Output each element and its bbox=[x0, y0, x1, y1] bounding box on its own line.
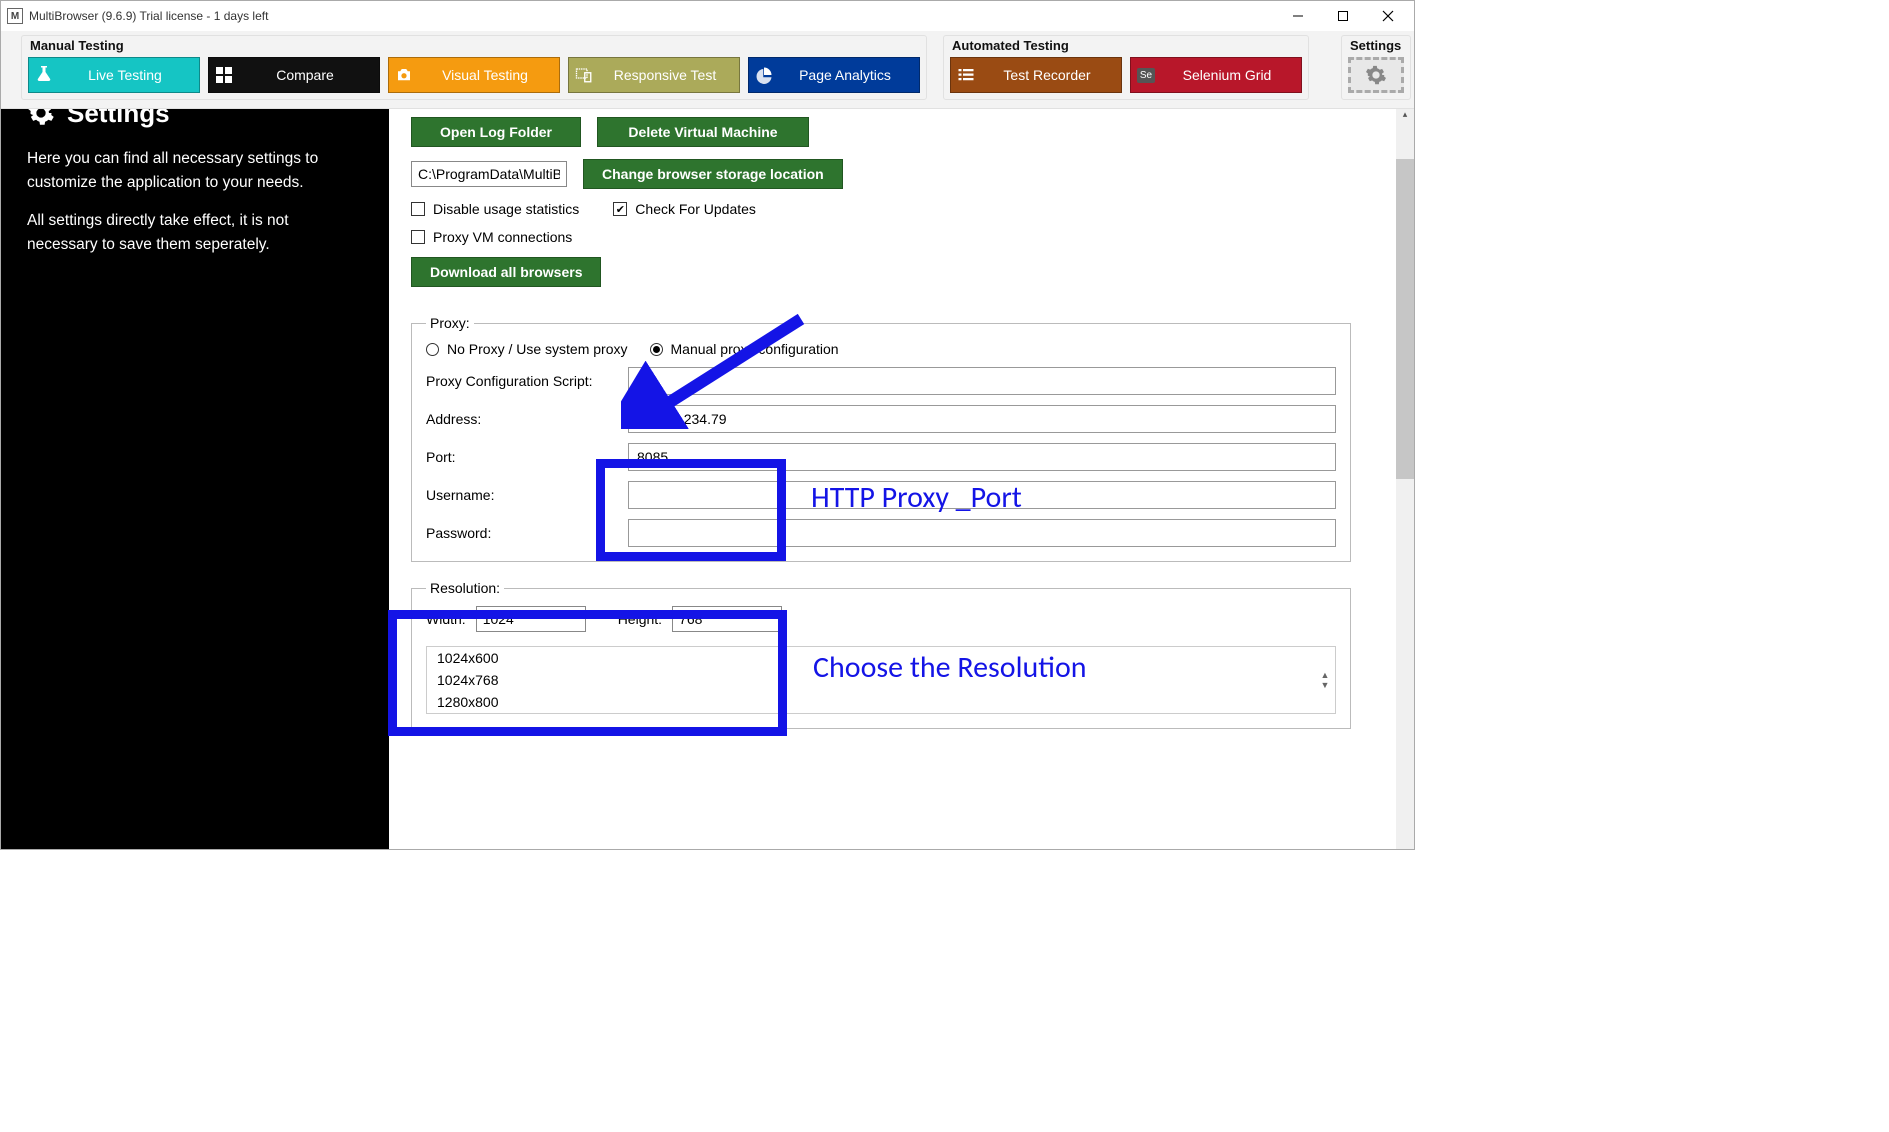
width-label: Width: bbox=[426, 611, 466, 627]
resolution-option[interactable]: 1024x600 bbox=[427, 647, 1335, 669]
settings-group-label: Settings bbox=[1348, 38, 1404, 53]
proxy-username-input[interactable] bbox=[628, 481, 1336, 509]
proxy-password-input[interactable] bbox=[628, 519, 1336, 547]
proxy-fieldset: Proxy: No Proxy / Use system proxy Manua… bbox=[411, 315, 1351, 562]
minimize-button[interactable] bbox=[1275, 1, 1320, 31]
camera-icon bbox=[389, 66, 419, 84]
proxy-script-input[interactable] bbox=[628, 367, 1336, 395]
piechart-icon bbox=[749, 66, 779, 84]
proxy-username-label: Username: bbox=[426, 487, 628, 503]
download-all-browsers-button[interactable]: Download all browsers bbox=[411, 257, 601, 287]
automated-testing-label: Automated Testing bbox=[950, 38, 1302, 53]
checkbox-icon bbox=[411, 202, 425, 216]
gear-icon bbox=[1365, 64, 1387, 86]
selenium-icon: Se bbox=[1131, 68, 1161, 83]
scrollbar-thumb[interactable] bbox=[1396, 159, 1414, 479]
storage-path-input[interactable] bbox=[411, 161, 567, 187]
close-button[interactable] bbox=[1365, 1, 1410, 31]
proxy-address-input[interactable] bbox=[628, 405, 1336, 433]
window-title: MultiBrowser (9.6.9) Trial license - 1 d… bbox=[29, 9, 1275, 23]
resolution-option[interactable]: 1024x768 bbox=[427, 669, 1335, 691]
radio-icon bbox=[426, 343, 439, 356]
titlebar: M MultiBrowser (9.6.9) Trial license - 1… bbox=[1, 1, 1414, 31]
list-icon bbox=[951, 66, 981, 84]
selenium-grid-button[interactable]: Se Selenium Grid bbox=[1130, 57, 1302, 93]
resolution-legend: Resolution: bbox=[426, 580, 504, 596]
proxy-legend: Proxy: bbox=[426, 315, 474, 331]
radio-checked-icon bbox=[650, 343, 663, 356]
app-logo-icon: M bbox=[7, 8, 23, 24]
resolution-fieldset: Resolution: Width: Height: 1024x600 1024… bbox=[411, 580, 1351, 729]
disable-usage-checkbox[interactable]: Disable usage statistics bbox=[411, 201, 579, 217]
proxy-password-label: Password: bbox=[426, 525, 628, 541]
sidebar-paragraph-1: Here you can find all necessary settings… bbox=[27, 147, 363, 195]
gear-icon bbox=[27, 109, 55, 127]
compare-button[interactable]: Compare bbox=[208, 57, 380, 93]
open-log-folder-button[interactable]: Open Log Folder bbox=[411, 117, 581, 147]
proxy-script-label: Proxy Configuration Script: bbox=[426, 373, 628, 389]
height-input[interactable] bbox=[672, 606, 782, 632]
devices-icon bbox=[569, 66, 599, 84]
manual-proxy-radio[interactable]: Manual proxy configuration bbox=[650, 341, 839, 357]
change-storage-button[interactable]: Change browser storage location bbox=[583, 159, 843, 189]
grid-icon bbox=[209, 67, 239, 83]
vertical-scrollbar[interactable]: ▴ bbox=[1396, 109, 1414, 849]
test-recorder-button[interactable]: Test Recorder bbox=[950, 57, 1122, 93]
checkbox-icon bbox=[411, 230, 425, 244]
list-scroll-icon[interactable]: ▲▼ bbox=[1317, 647, 1333, 713]
manual-testing-label: Manual Testing bbox=[28, 38, 920, 53]
resolution-list[interactable]: 1024x600 1024x768 1280x800 ▲▼ bbox=[426, 646, 1336, 714]
content-pane: Open Log Folder Delete Virtual Machine C… bbox=[389, 109, 1414, 849]
sidebar-heading: Settings bbox=[67, 109, 170, 129]
resolution-option[interactable]: 1280x800 bbox=[427, 691, 1335, 713]
page-analytics-button[interactable]: Page Analytics bbox=[748, 57, 920, 93]
responsive-test-button[interactable]: Responsive Test bbox=[568, 57, 740, 93]
no-proxy-radio[interactable]: No Proxy / Use system proxy bbox=[426, 341, 628, 357]
settings-button[interactable] bbox=[1348, 57, 1404, 93]
flask-icon bbox=[29, 66, 59, 84]
ribbon: Manual Testing Live Testing Compare Visu… bbox=[1, 31, 1414, 109]
proxy-port-label: Port: bbox=[426, 449, 628, 465]
check-updates-checkbox[interactable]: ✔ Check For Updates bbox=[613, 201, 756, 217]
live-testing-button[interactable]: Live Testing bbox=[28, 57, 200, 93]
checkbox-checked-icon: ✔ bbox=[613, 202, 627, 216]
delete-vm-button[interactable]: Delete Virtual Machine bbox=[597, 117, 809, 147]
proxy-vm-checkbox[interactable]: Proxy VM connections bbox=[411, 229, 572, 245]
sidebar-paragraph-2: All settings directly take effect, it is… bbox=[27, 209, 363, 257]
maximize-button[interactable] bbox=[1320, 1, 1365, 31]
height-label: Height: bbox=[618, 611, 662, 627]
visual-testing-button[interactable]: Visual Testing bbox=[388, 57, 560, 93]
width-input[interactable] bbox=[476, 606, 586, 632]
proxy-address-label: Address: bbox=[426, 411, 628, 427]
proxy-port-input[interactable] bbox=[628, 443, 1336, 471]
sidebar: Settings Here you can find all necessary… bbox=[1, 109, 389, 849]
